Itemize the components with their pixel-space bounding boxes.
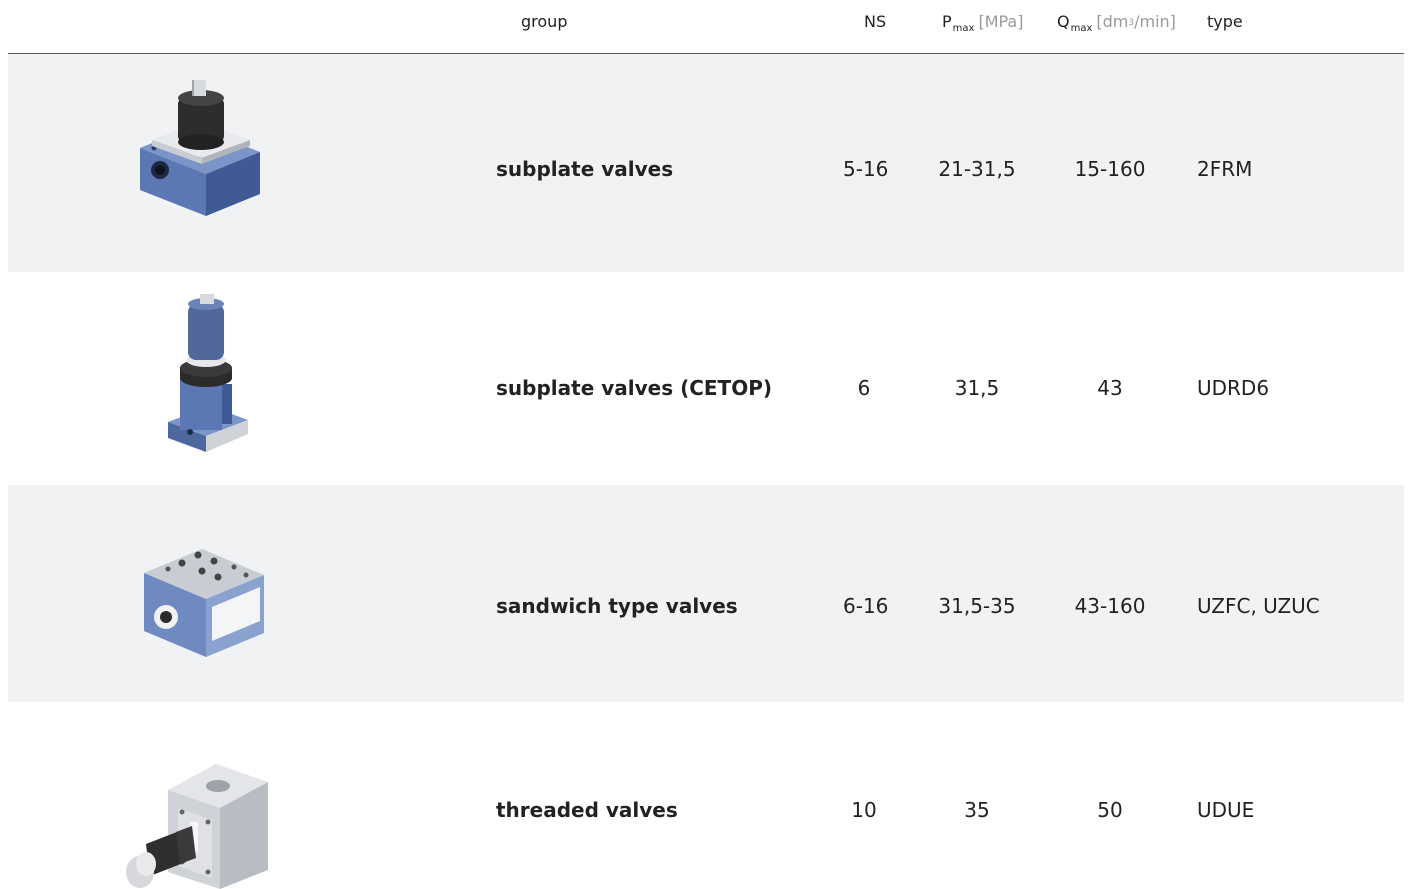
header-qmax-sub: max [1070,23,1093,34]
row-qmax: 43-160 [1074,594,1146,618]
cetop-valve-image [168,294,248,452]
table-header: group NS Pmax [MPa] Qmax [dm3/min] type [8,0,1404,54]
row-pmax: 21-31,5 [938,157,1016,181]
row-group: subplate valves (CETOP) [496,376,772,400]
header-qmax: Qmax [dm3/min] [1057,12,1176,35]
row-ns: 6 [857,376,871,400]
header-pmax-unit: [MPa] [978,12,1024,31]
header-group: group [521,12,568,31]
table-row[interactable]: threaded valves 10 35 50 UDUE [8,702,1404,889]
header-ns: NS [864,12,887,31]
row-ns: 6-16 [843,594,889,618]
header-pmax-sub: max [952,23,975,34]
row-pmax: 31,5-35 [938,594,1016,618]
subplate-valve-image [140,80,260,216]
sandwich-valve-image [144,549,264,657]
qmax-unit-sup: 3 [1128,18,1135,28]
table-row[interactable]: subplate valves 5-16 21-31,5 15-160 2FRM [8,54,1404,272]
row-group: threaded valves [496,798,678,822]
row-qmax: 15-160 [1074,157,1146,181]
row-qmax: 43 [1097,376,1123,400]
header-pmax-symbol: P [942,12,952,31]
row-type: 2FRM [1197,157,1253,181]
row-pmax: 35 [964,798,990,822]
row-type: UDUE [1197,798,1255,822]
row-type: UZFC, UZUC [1197,594,1320,618]
row-type: UDRD6 [1197,376,1270,400]
table-row[interactable]: subplate valves (CETOP) 6 31,5 43 UDRD6 [8,272,1404,485]
header-qmax-symbol: Q [1057,12,1070,31]
header-type: type [1207,12,1243,31]
header-qmax-unit: [dm3/min] [1096,12,1176,31]
table-row[interactable]: sandwich type valves 6-16 31,5-35 43-160… [8,485,1404,702]
header-pmax: Pmax [MPa] [942,12,1023,35]
row-ns: 10 [851,798,877,822]
row-group: subplate valves [496,157,674,181]
row-group: sandwich type valves [496,594,738,618]
row-ns: 5-16 [843,157,889,181]
threaded-valve-image [126,764,268,889]
qmax-unit-post: /min] [1134,12,1176,31]
qmax-unit-pre: [dm [1096,12,1129,31]
row-qmax: 50 [1097,798,1123,822]
row-pmax: 31,5 [954,376,1000,400]
